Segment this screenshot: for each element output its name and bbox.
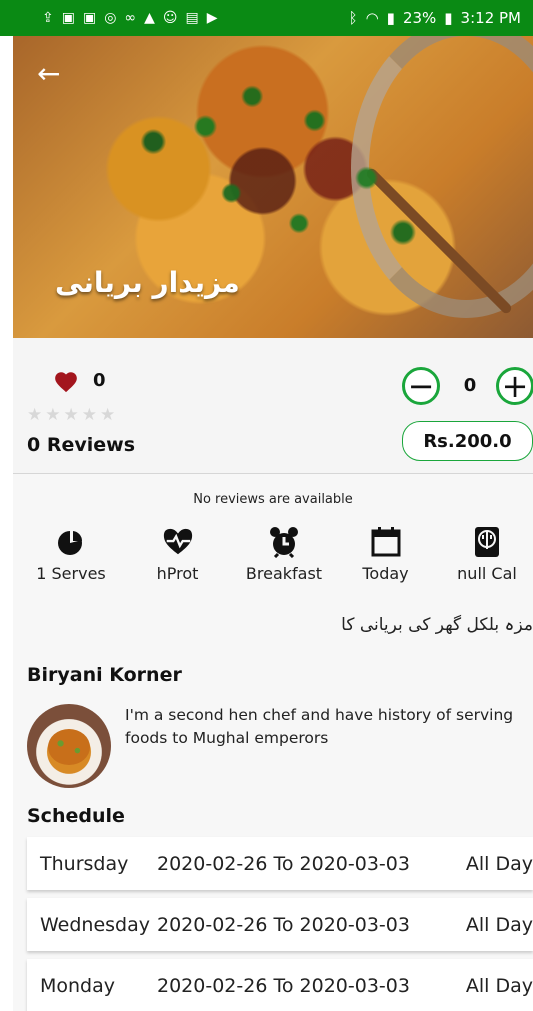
availability-label: Today — [362, 564, 409, 583]
schedule-separator: To — [273, 974, 294, 997]
schedule-row: Monday 2020-02-26 To 2020-03-03 All Day — [27, 959, 533, 1011]
schedule-dates: 2020-02-26 To 2020-03-03 — [157, 914, 410, 936]
reviews-count: 0 Reviews — [27, 434, 135, 456]
decrease-quantity-button[interactable]: − — [402, 367, 440, 405]
youtube-icon: ▣ — [61, 10, 75, 26]
battery-percent: 23% — [402, 9, 437, 27]
battery-icon: ▮ — [444, 9, 453, 27]
tv-icon: ▤ — [185, 10, 199, 26]
schedule-day: Wednesday — [40, 913, 151, 936]
schedule-title: Schedule — [27, 805, 125, 827]
rating-stars: ★★★★★ — [27, 405, 119, 425]
upload-icon: ⇪ — [42, 10, 54, 26]
schedule-start-date: 2020-02-26 — [157, 913, 268, 936]
schedule-row: Wednesday 2020-02-26 To 2020-03-03 All D… — [27, 898, 533, 951]
meal-time-label: Breakfast — [245, 564, 323, 583]
meal-time-metric: Breakfast — [238, 526, 330, 583]
play-icon: ▶ — [206, 10, 218, 26]
dish-description: مزہ بلکل گھر کی بریانی کا — [341, 615, 533, 635]
bluetooth-icon: ᛒ — [348, 9, 358, 27]
quantity-value: 0 — [463, 375, 477, 396]
smile-icon: ☺ — [162, 10, 178, 26]
serves-label: 1 Serves — [36, 564, 106, 583]
schedule-dates: 2020-02-26 To 2020-03-03 — [157, 975, 410, 997]
increase-quantity-button[interactable]: + — [496, 367, 533, 405]
schedule-separator: To — [273, 913, 294, 936]
price-badge: Rs.200.0 — [402, 421, 533, 461]
calorie-metric: null Cal — [441, 526, 533, 583]
clock: 3:12 PM — [460, 9, 521, 27]
dish-metrics: 1 Serves hProt Breakfast Today null Cal — [25, 526, 533, 583]
schedule-day: Thursday — [40, 852, 129, 875]
schedule-separator: To — [273, 852, 294, 875]
chef-name: Biryani Korner — [27, 664, 182, 686]
quantity-stepper: − 0 + — [402, 367, 533, 409]
schedule-start-date: 2020-02-26 — [157, 974, 268, 997]
chef-bio: I'm a second hen chef and have history o… — [125, 706, 514, 747]
cutlery-card-icon — [471, 526, 503, 558]
protein-metric: hProt — [143, 526, 213, 583]
serves-metric: 1 Serves — [25, 526, 117, 583]
dish-details: No reviews are available 1 Serves hProt — [13, 474, 533, 1011]
signal-icon: ▮ — [386, 9, 395, 27]
schedule-time: All Day — [465, 913, 533, 936]
heart-pulse-icon — [162, 526, 194, 558]
chef-avatar — [27, 704, 111, 788]
system-status: ᛒ ◠ ▮ 23% ▮ 3:12 PM — [349, 9, 521, 27]
status-bar: ⇪ ▣ ▣ ◎ ∞ ▲ ☺ ▤ ▶ ᛒ ◠ ▮ 23% ▮ 3:12 PM — [0, 0, 533, 36]
like-count: 0 — [93, 370, 106, 391]
wifi-icon: ◠ — [365, 9, 379, 27]
mm-icon: ▲ — [144, 10, 155, 26]
dish-summary: 0 ★★★★★ 0 Reviews − 0 + Rs.200.0 — [13, 338, 533, 473]
schedule-time: All Day — [465, 852, 533, 875]
availability-metric: Today — [356, 526, 416, 583]
schedule-day: Monday — [40, 974, 116, 997]
schedule-end-date: 2020-03-03 — [299, 913, 410, 936]
dish-title: مزیدار بریانی — [55, 266, 240, 299]
heart-icon[interactable] — [53, 369, 79, 395]
pie-chart-icon — [55, 526, 87, 558]
dish-hero-image: ← مزیدار بریانی — [13, 36, 533, 338]
schedule-end-date: 2020-03-03 — [299, 974, 410, 997]
schedule-row: Thursday 2020-02-26 To 2020-03-03 All Da… — [27, 837, 533, 890]
schedule-time: All Day — [465, 974, 533, 997]
protein-label: hProt — [156, 564, 199, 583]
schedule-end-date: 2020-03-03 — [299, 852, 410, 875]
circle-icon: ◎ — [104, 10, 117, 26]
alarm-clock-icon — [268, 526, 300, 558]
calorie-label: null Cal — [457, 564, 517, 583]
schedule-dates: 2020-02-26 To 2020-03-03 — [157, 853, 410, 875]
youtube-icon: ▣ — [82, 10, 97, 26]
link-icon: ∞ — [124, 10, 137, 26]
schedule-start-date: 2020-02-26 — [157, 852, 268, 875]
no-reviews-message: No reviews are available — [193, 492, 353, 507]
calendar-icon — [370, 526, 402, 558]
back-arrow-icon[interactable]: ← — [37, 60, 60, 88]
notification-icons: ⇪ ▣ ▣ ◎ ∞ ▲ ☺ ▤ ▶ — [42, 10, 218, 26]
